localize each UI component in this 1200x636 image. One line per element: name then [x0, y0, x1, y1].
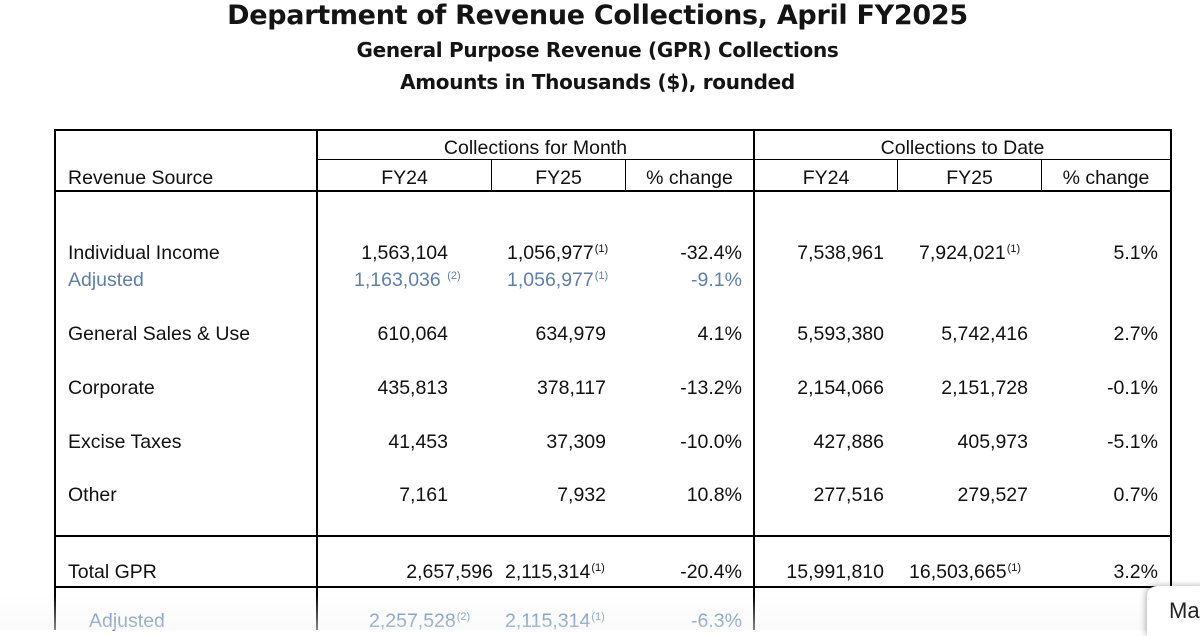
date-fy24-value: 427,886: [813, 431, 885, 453]
month-fy25-value: 7,932: [557, 484, 606, 506]
date-fy24-value: 5,593,380: [797, 323, 884, 345]
col-header-month-fy25: FY25: [535, 167, 582, 189]
footnote-marker: (1): [591, 562, 605, 574]
month-fy25-value: 2,115,314(1): [505, 610, 605, 632]
group-header-date: Collections to Date: [880, 137, 1045, 159]
row-label: Excise Taxes: [68, 431, 182, 453]
page-title: Department of Revenue Collections, April…: [227, 0, 968, 31]
footnote-marker: (1): [1007, 562, 1022, 574]
table-left-border: [54, 129, 56, 630]
footnote-marker: (2): [447, 270, 461, 282]
total-top-rule: [54, 535, 1172, 537]
date-fy24-value: 277,516: [813, 484, 885, 506]
month-fy24-value: 2,657,596: [406, 561, 493, 583]
month-fy25-value: 1,056,977(1): [507, 242, 609, 264]
footnote-marker: (2): [456, 611, 471, 623]
month-fy24-value: 41,453: [388, 431, 448, 453]
footnote-marker: (1): [591, 611, 605, 623]
month-fy25-value: 2,115,314(1): [505, 561, 605, 583]
month-change-value: -32.4%: [680, 242, 742, 264]
row-label: Corporate: [68, 377, 155, 399]
month-fy24-value: 610,064: [377, 323, 449, 345]
month-change-value: -13.2%: [680, 377, 742, 399]
month-fy25-value: 634,979: [535, 323, 607, 345]
footnote-marker: (1): [594, 270, 609, 282]
row-label: Adjusted: [89, 610, 165, 632]
date-fy25-value: 16,503,665(1): [909, 561, 1022, 583]
table-right-border: [1170, 129, 1172, 630]
date-change-value: 2.7%: [1113, 323, 1158, 345]
month-fy24-value: 2,257,528(2): [369, 610, 471, 632]
col-header-date-fy25: FY25: [946, 167, 993, 189]
table-top-border: [54, 129, 1172, 131]
date-fy24-value: 7,538,961: [797, 242, 884, 264]
row-label: Total GPR: [68, 561, 157, 583]
page-subtitle: General Purpose Revenue (GPR) Collection…: [356, 38, 839, 62]
month-change-value: -20.4%: [680, 561, 742, 583]
date-fy25-value: 2,151,728: [941, 377, 1028, 399]
col-header-source: Revenue Source: [68, 167, 214, 189]
footnote-marker: (1): [594, 243, 609, 255]
month-fy24-value: 7,161: [399, 484, 448, 506]
month-change-value: 10.8%: [686, 484, 742, 506]
units-note: Amounts in Thousands ($), rounded: [400, 70, 795, 94]
month-change-value: -9.1%: [691, 269, 742, 291]
footnote-marker: (1): [1006, 243, 1021, 255]
row-label: Adjusted: [68, 269, 144, 291]
month-fy24-value: 1,163,036 (2): [354, 269, 461, 291]
side-popup-tab[interactable]: Ma: [1147, 586, 1200, 636]
header-bottom-rule: [54, 190, 1172, 192]
row-label: General Sales & Use: [68, 323, 251, 345]
date-fy25-value: 279,527: [957, 484, 1029, 506]
date-change-value: 5.1%: [1113, 242, 1158, 264]
month-change-value: -10.0%: [680, 431, 742, 453]
month-fy24-value: 435,813: [377, 377, 449, 399]
date-fy25-value: 405,973: [957, 431, 1029, 453]
col-header-month-fy24: FY24: [381, 167, 428, 189]
date-change-value: 0.7%: [1113, 484, 1158, 506]
date-fy25-value: 5,742,416: [941, 323, 1028, 345]
date-fy24-value: 2,154,066: [797, 377, 884, 399]
month-fy25-value: 378,117: [536, 377, 606, 399]
row-label: Other: [68, 484, 117, 506]
month-fy25-value: 1,056,977(1): [507, 269, 609, 291]
date-change-value: 3.2%: [1113, 561, 1158, 583]
col-header-date-fy24: FY24: [802, 167, 850, 189]
month-fy25-value: 37,309: [546, 431, 606, 453]
row-label: Individual Income: [68, 242, 220, 264]
month-change-value: -6.3%: [691, 610, 742, 632]
col-header-month-change: % change: [646, 167, 733, 189]
date-fy24-value: 15,991,810: [786, 561, 884, 583]
date-fy25-value: 7,924,021(1): [919, 242, 1021, 264]
side-popup-label: Ma: [1169, 598, 1200, 623]
date-change-value: -5.1%: [1107, 431, 1158, 453]
date-change-value: -0.1%: [1107, 377, 1158, 399]
col-header-date-change: % change: [1062, 167, 1150, 189]
month-fy24-value: 1,563,104: [361, 242, 448, 264]
group-header-month: Collections for Month: [443, 137, 628, 159]
month-change-value: 4.1%: [697, 323, 742, 345]
